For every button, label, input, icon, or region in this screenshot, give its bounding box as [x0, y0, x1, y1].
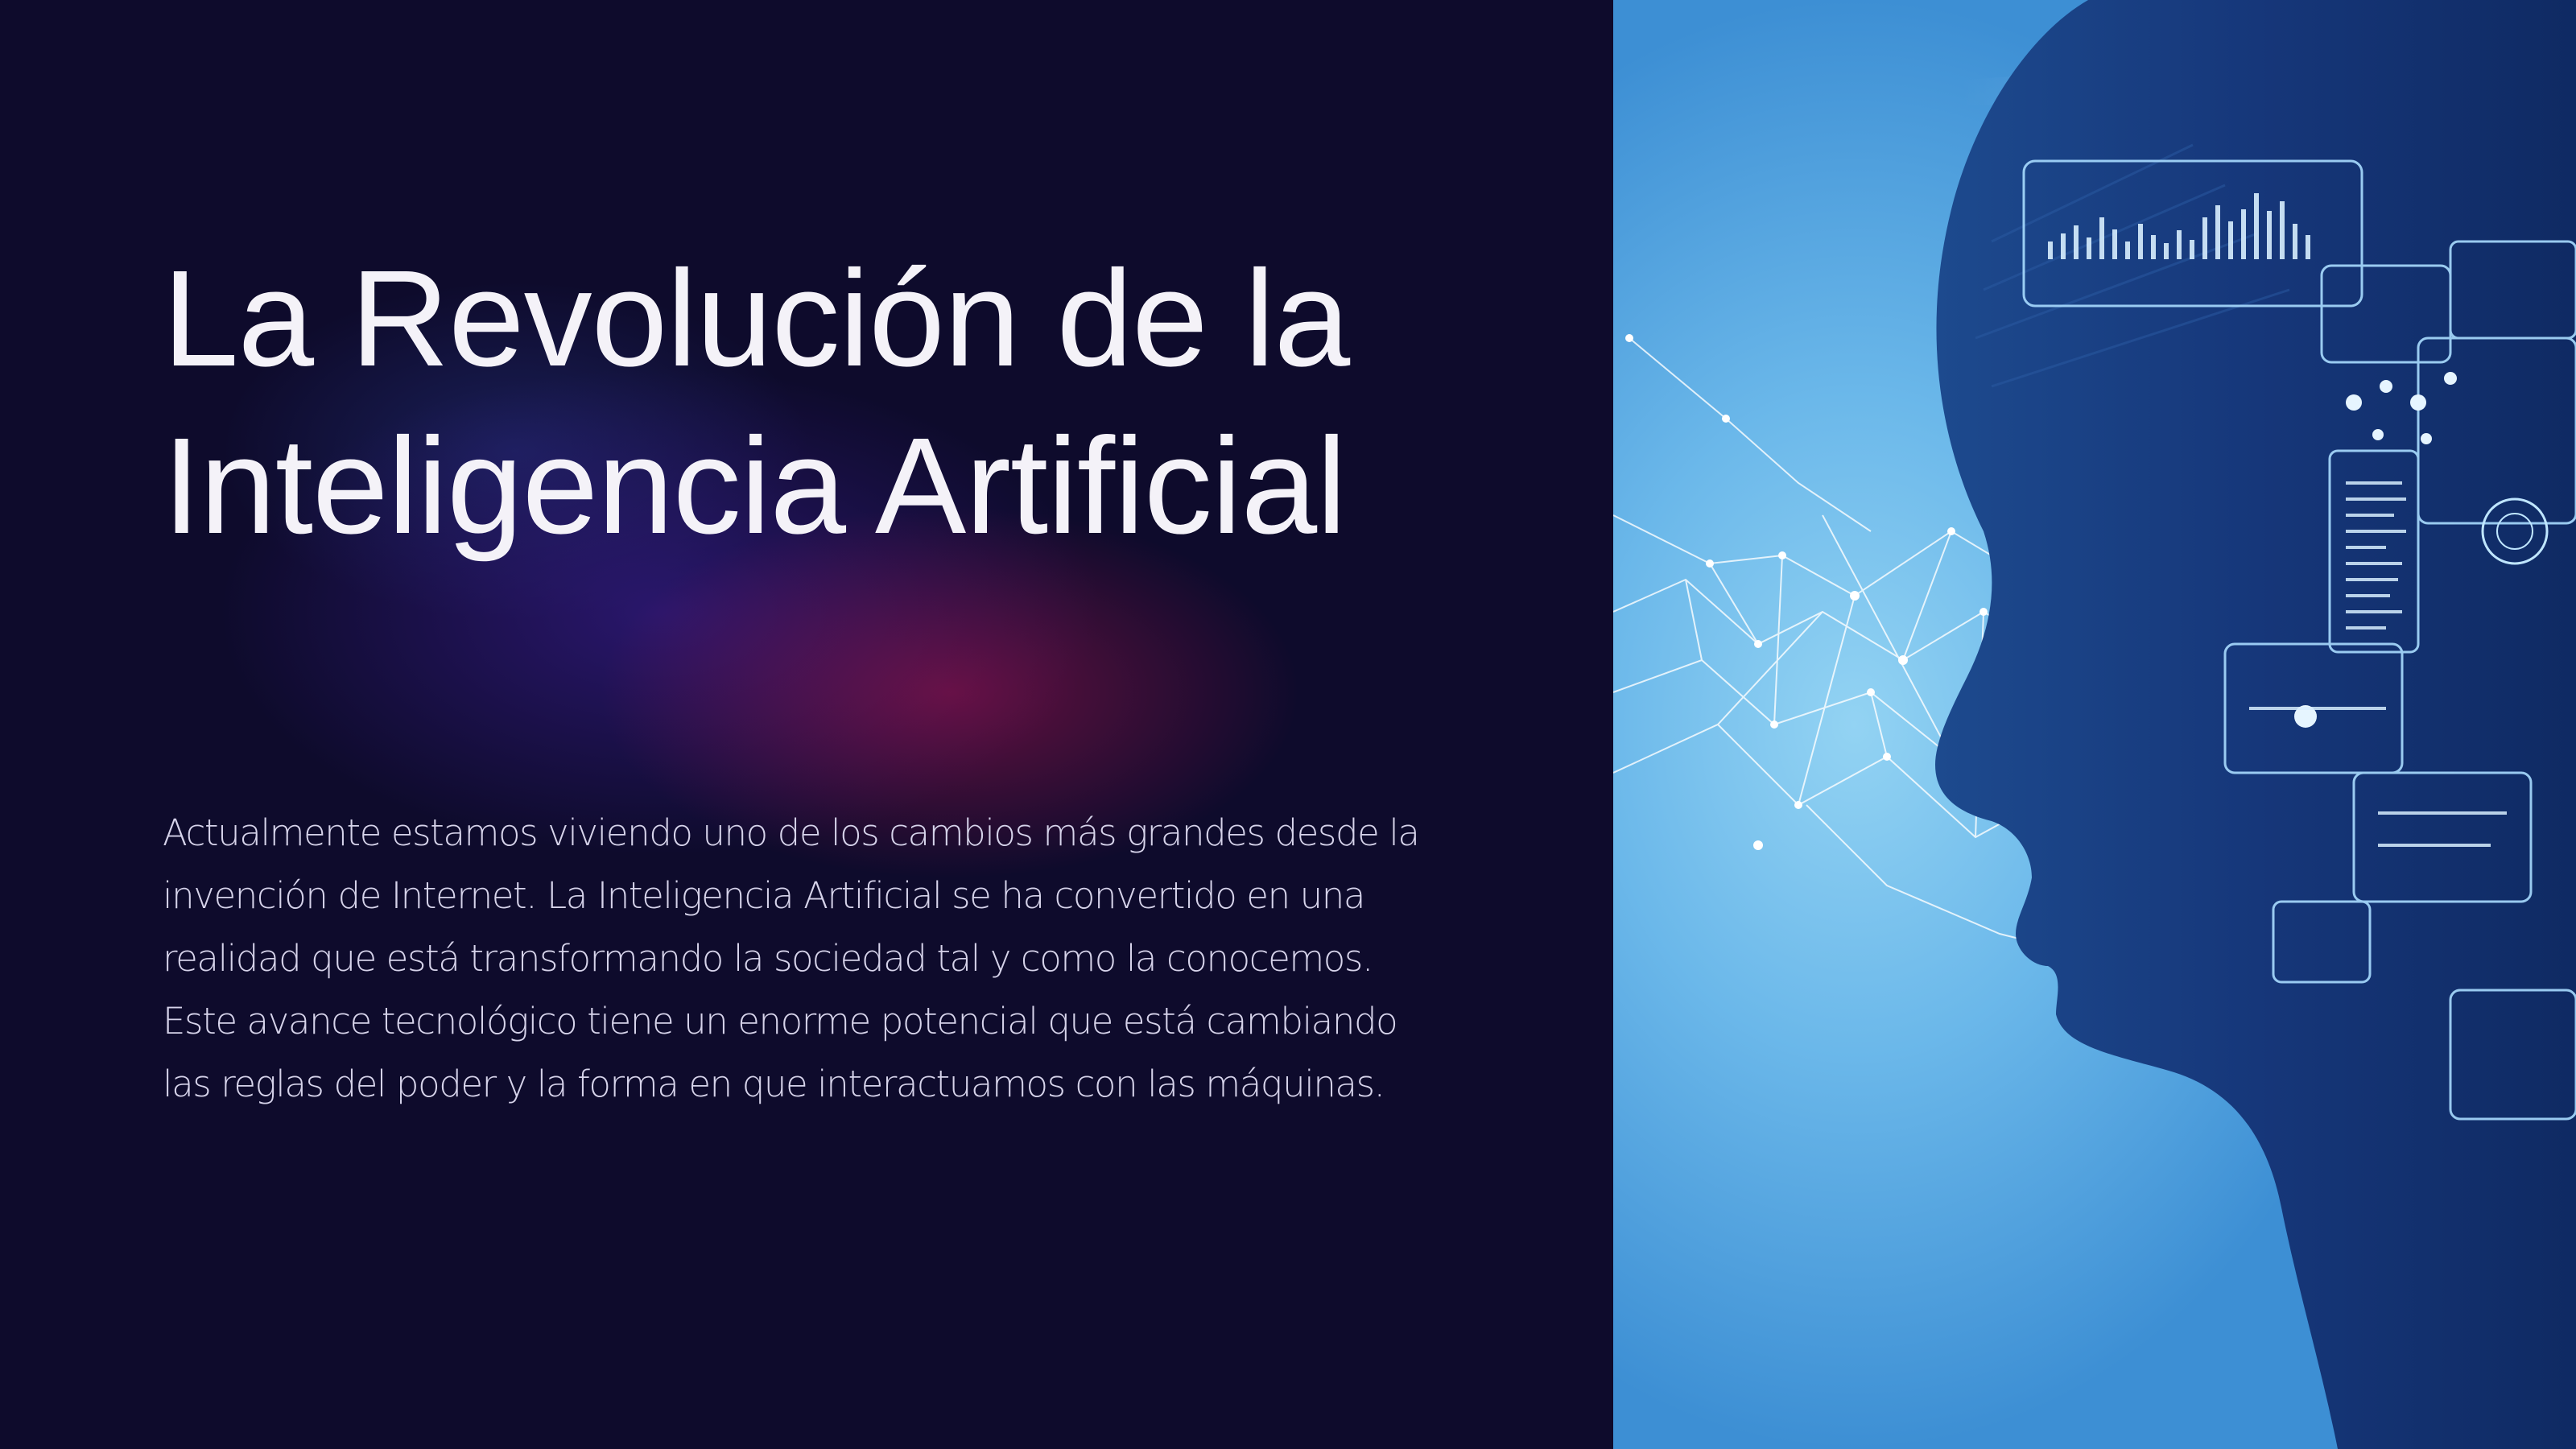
slide: La Revolución de la Inteligencia Artific… [0, 0, 2576, 1449]
slide-body: Actualmente estamos viviendo uno de los … [163, 802, 1483, 1116]
title-line-2: Inteligencia Artificial [163, 410, 1347, 563]
title-line-1: La Revolución de la [163, 242, 1350, 395]
slide-title: La Revolución de la Inteligencia Artific… [163, 235, 1579, 570]
body-line-5: las reglas del poder y la forma en que i… [163, 1063, 1385, 1105]
body-line-2: invención de Internet. La Inteligencia A… [163, 874, 1365, 917]
ai-face-illustration [1613, 0, 2576, 1449]
text-panel: La Revolución de la Inteligencia Artific… [0, 0, 1613, 1449]
body-line-1: Actualmente estamos viviendo uno de los … [163, 811, 1420, 854]
ai-illustration-panel [1613, 0, 2576, 1449]
body-line-3: realidad que está transformando la socie… [163, 937, 1373, 980]
body-line-4: Este avance tecnológico tiene un enorme … [163, 1000, 1398, 1042]
